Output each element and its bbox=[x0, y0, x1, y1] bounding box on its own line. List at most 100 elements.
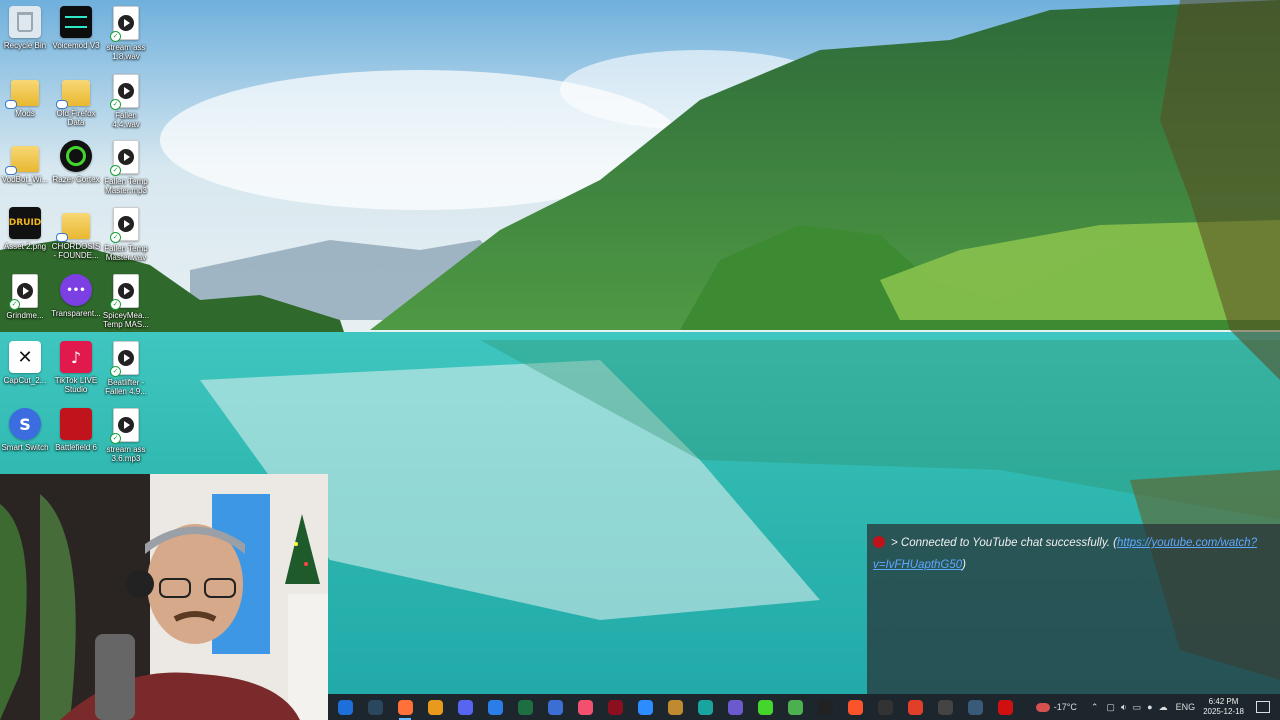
taskbar-brave[interactable] bbox=[844, 696, 866, 718]
chat-message: > Connected to YouTube chat successfully… bbox=[873, 532, 1268, 576]
audio-file-icon: ✓ bbox=[110, 6, 139, 42]
desktop-icon-label: stream ass 3.6.mp3 bbox=[106, 445, 146, 463]
taskbar-app-6[interactable] bbox=[484, 696, 506, 718]
volume-icon[interactable]: 🔉︎ bbox=[1121, 702, 1127, 713]
audio-file-icon: ✓ bbox=[110, 207, 139, 243]
folder-icon bbox=[56, 213, 90, 242]
cloud-icon[interactable]: ☁ bbox=[1159, 702, 1168, 713]
desktop-icon[interactable]: ✓ Beatlifter - Fallen 4.9... bbox=[97, 341, 155, 396]
audio-app-icon bbox=[907, 699, 923, 715]
desktop-icon-label: Smart Switch bbox=[1, 443, 49, 452]
record-icon bbox=[997, 699, 1013, 715]
network-icon[interactable]: ▭ bbox=[1133, 702, 1142, 713]
desktop-icon[interactable]: ✓ stream ass 1.8.wav bbox=[97, 6, 155, 61]
orange-app-icon bbox=[427, 699, 443, 715]
desktop-icon[interactable]: VodBot_Wi... bbox=[0, 140, 54, 184]
red-app-icon bbox=[607, 699, 623, 715]
firefox-icon bbox=[397, 699, 413, 715]
audio-file-icon: ✓ bbox=[110, 341, 139, 377]
edge-icon bbox=[697, 699, 713, 715]
taskbar-apps bbox=[328, 696, 1020, 720]
recycle-bin-icon bbox=[9, 6, 41, 38]
taskbar-capcut[interactable] bbox=[814, 696, 836, 718]
folder-icon bbox=[5, 80, 39, 109]
taskbar-app-19[interactable] bbox=[874, 696, 896, 718]
image-file-icon: DRUID bbox=[9, 207, 41, 239]
language-indicator[interactable]: ENG bbox=[1176, 702, 1196, 712]
weather-temperature[interactable]: -17°C bbox=[1054, 702, 1077, 712]
tiktok-icon: ♪ bbox=[60, 341, 92, 373]
desktop-icon[interactable]: DRUID Asset 2.png bbox=[0, 207, 54, 251]
desktop-icon-label: stream ass 1.8.wav bbox=[106, 43, 146, 61]
razer-cortex-icon bbox=[60, 140, 92, 172]
taskbar-app-21[interactable] bbox=[934, 696, 956, 718]
desktop-icon[interactable]: ✓ Grindme... bbox=[0, 274, 54, 320]
taskbar-discord[interactable] bbox=[454, 696, 476, 718]
taskbar-app-1[interactable] bbox=[334, 696, 356, 718]
desktop-icon[interactable]: ✓ Fallen 4.4.wav bbox=[97, 74, 155, 129]
desktop-icon[interactable]: ✓ Fallen Temp Master.wav bbox=[97, 207, 155, 262]
brave-icon bbox=[847, 699, 863, 715]
desktop-icon[interactable]: ✓ Fallen Temp Master.mp3 bbox=[97, 140, 155, 195]
desktop-icon[interactable]: S Smart Switch bbox=[0, 408, 54, 452]
taskbar-docs[interactable] bbox=[544, 696, 566, 718]
audio-file-icon: ✓ bbox=[110, 408, 139, 444]
taskbar-app-4[interactable] bbox=[424, 696, 446, 718]
zoom-icon bbox=[637, 699, 653, 715]
desktop-icon-label: Mods bbox=[15, 109, 35, 118]
taskbar-app-16[interactable] bbox=[784, 696, 806, 718]
desktop-icon-label: SpiceyMea... Temp MAS... bbox=[102, 311, 150, 329]
desktop-icon[interactable]: Mods bbox=[0, 74, 54, 118]
taskbar-edge[interactable] bbox=[694, 696, 716, 718]
store-icon bbox=[487, 699, 503, 715]
desktop-icon-label: CapCut_2... bbox=[3, 376, 47, 385]
taskbar-app-12[interactable] bbox=[664, 696, 686, 718]
taskbar-clock[interactable]: 6:42 PM 2025-12-18 bbox=[1203, 697, 1244, 717]
microphone-icon bbox=[727, 699, 743, 715]
taskbar-zoom[interactable] bbox=[634, 696, 656, 718]
taskbar-app-23[interactable] bbox=[994, 696, 1016, 718]
taskbar-mic[interactable] bbox=[724, 696, 746, 718]
excel-icon bbox=[517, 699, 533, 715]
taskbar-excel[interactable] bbox=[514, 696, 536, 718]
desktop-icon[interactable]: ✓ stream ass 3.6.mp3 bbox=[97, 408, 155, 463]
dark-app-icon bbox=[877, 699, 893, 715]
youtube-icon bbox=[873, 536, 885, 548]
microphone-icon[interactable]: ● bbox=[1147, 702, 1152, 712]
folder-icon bbox=[56, 80, 90, 109]
smart-switch-icon: S bbox=[9, 408, 41, 440]
desktop-icon[interactable]: ✓ SpiceyMea... Temp MAS... bbox=[97, 274, 155, 329]
voicemod-icon bbox=[60, 6, 92, 38]
steam-alt-icon bbox=[967, 699, 983, 715]
taskbar-music[interactable] bbox=[574, 696, 596, 718]
notification-icon[interactable] bbox=[1256, 701, 1270, 713]
music-icon bbox=[577, 699, 593, 715]
taskbar-steam[interactable] bbox=[364, 696, 386, 718]
capcut-icon bbox=[817, 699, 833, 715]
razer-icon bbox=[757, 699, 773, 715]
clock-time: 6:42 PM bbox=[1208, 697, 1239, 706]
taskbar-app-10[interactable] bbox=[604, 696, 626, 718]
desktop-icon-label: Fallen 4.4.wav bbox=[112, 111, 140, 129]
desktop-icon[interactable]: Recycle Bin bbox=[0, 6, 54, 50]
chat-message-suffix: ) bbox=[962, 559, 967, 571]
taskbar-app-22[interactable] bbox=[964, 696, 986, 718]
chat-overlay-panel: > Connected to YouTube chat successfully… bbox=[867, 524, 1280, 694]
desktop-icon[interactable]: ✕ CapCut_2... bbox=[0, 341, 54, 385]
weather-icon[interactable] bbox=[1035, 702, 1050, 712]
tray-app-icon[interactable]: ▢ bbox=[1106, 702, 1115, 713]
taskbar-firefox[interactable] bbox=[394, 696, 416, 720]
discord-icon bbox=[457, 699, 473, 715]
clock-date: 2025-12-18 bbox=[1203, 707, 1244, 716]
blue-app-icon bbox=[337, 699, 353, 715]
audio-file-icon: ✓ bbox=[110, 274, 139, 310]
audio-file-icon: ✓ bbox=[110, 74, 139, 110]
chat-app-icon: ••• bbox=[60, 274, 92, 306]
image-app-icon bbox=[667, 699, 683, 715]
taskbar-razer[interactable] bbox=[754, 696, 776, 718]
chevron-up-icon[interactable]: ⌃ bbox=[1091, 702, 1099, 713]
taskbar-app-20[interactable] bbox=[904, 696, 926, 718]
green-app-icon bbox=[787, 699, 803, 715]
steam-icon bbox=[367, 699, 383, 715]
battlefield-icon bbox=[60, 408, 92, 440]
